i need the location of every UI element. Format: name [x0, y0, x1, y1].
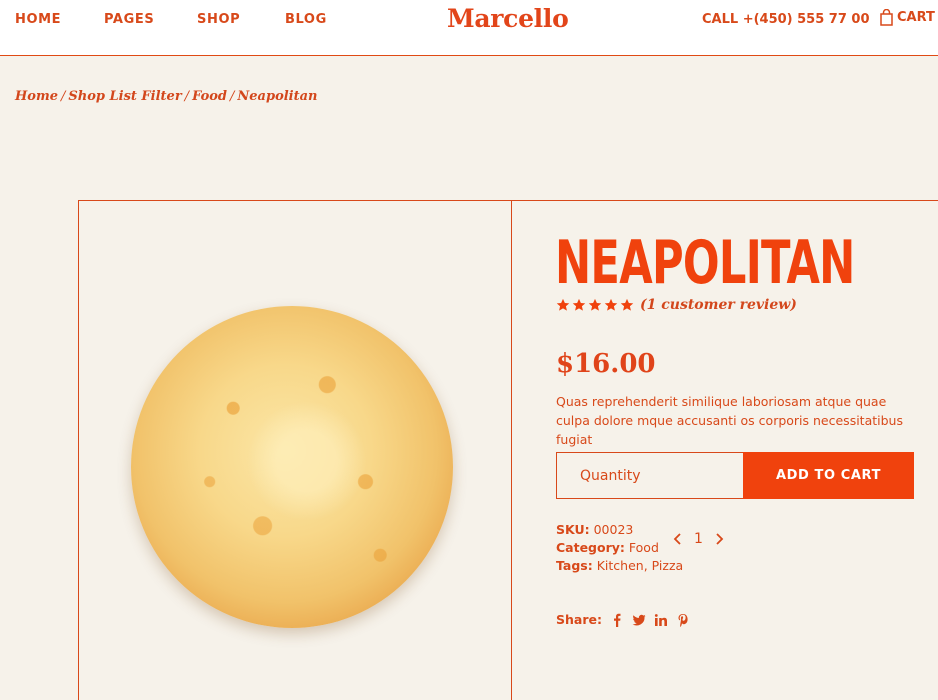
sku-label: SKU: — [556, 522, 590, 537]
call-link[interactable]: CALL +(450) 555 77 00 — [702, 12, 870, 27]
breadcrumb-shop-list-filter[interactable]: Shop List Filter — [68, 89, 181, 104]
twitter-icon[interactable] — [632, 613, 646, 627]
product-description: Quas reprehenderit similique laboriosam … — [556, 394, 903, 447]
share-label: Share: — [556, 612, 602, 627]
quantity-stepper: 1 — [672, 531, 725, 547]
site-header: HOME PAGES SHOP BLOG Marcello CALL +(450… — [0, 0, 938, 56]
pinterest-icon[interactable] — [676, 613, 690, 627]
quantity-value: 1 — [694, 531, 703, 547]
linkedin-icon[interactable] — [654, 613, 668, 627]
tags-row: Tags: Kitchen, Pizza — [556, 557, 683, 575]
site-logo[interactable]: Marcello — [447, 4, 569, 33]
tags-links[interactable]: Kitchen, Pizza — [597, 558, 683, 573]
cart-label: CART — [897, 10, 935, 25]
product-price: $16.00 — [556, 349, 656, 379]
nav-blog[interactable]: BLOG — [285, 12, 327, 27]
cart-link[interactable]: CART — [879, 9, 935, 26]
breadcrumb-home[interactable]: Home — [15, 89, 58, 104]
facebook-icon[interactable] — [610, 613, 624, 627]
star-icon — [588, 298, 602, 311]
review-link[interactable]: (1 customer review) — [640, 297, 797, 313]
chevron-right-icon[interactable] — [713, 531, 725, 547]
category-link[interactable]: Food — [629, 540, 659, 555]
shopping-bag-icon — [880, 9, 893, 26]
quantity-input[interactable] — [556, 452, 744, 499]
tags-label: Tags: — [556, 558, 593, 573]
chevron-left-icon[interactable] — [672, 531, 684, 547]
sku-value: 00023 — [593, 522, 634, 537]
sku-row: SKU: 00023 — [556, 521, 683, 539]
breadcrumb-separator: / — [184, 89, 190, 104]
product-title: NEAPOLITAN — [555, 228, 855, 298]
share-row: Share: — [556, 612, 690, 627]
star-icon — [556, 298, 570, 311]
product-page: HOME PAGES SHOP BLOG Marcello CALL +(450… — [0, 0, 938, 700]
breadcrumb-food[interactable]: Food — [192, 89, 227, 104]
star-icon — [620, 298, 634, 311]
rating-stars — [556, 298, 634, 312]
nav-home[interactable]: HOME — [15, 12, 61, 27]
star-icon — [572, 298, 586, 311]
product-rating: (1 customer review) — [556, 297, 797, 313]
breadcrumb-current: Neapolitan — [237, 89, 318, 104]
category-label: Category: — [556, 540, 625, 555]
category-row: Category: Food — [556, 539, 683, 557]
product-meta: SKU: 00023 Category: Food Tags: Kitchen,… — [556, 521, 683, 575]
breadcrumb: Home / Shop List Filter / Food / Neapolitan — [15, 89, 318, 104]
breadcrumb-separator: / — [230, 89, 235, 104]
add-to-cart-button[interactable]: ADD TO CART — [743, 452, 914, 499]
nav-pages[interactable]: PAGES — [104, 12, 154, 27]
nav-shop[interactable]: SHOP — [197, 12, 240, 27]
star-icon — [604, 298, 618, 311]
breadcrumb-separator: / — [60, 89, 66, 104]
product-image-pizza[interactable] — [131, 306, 453, 628]
